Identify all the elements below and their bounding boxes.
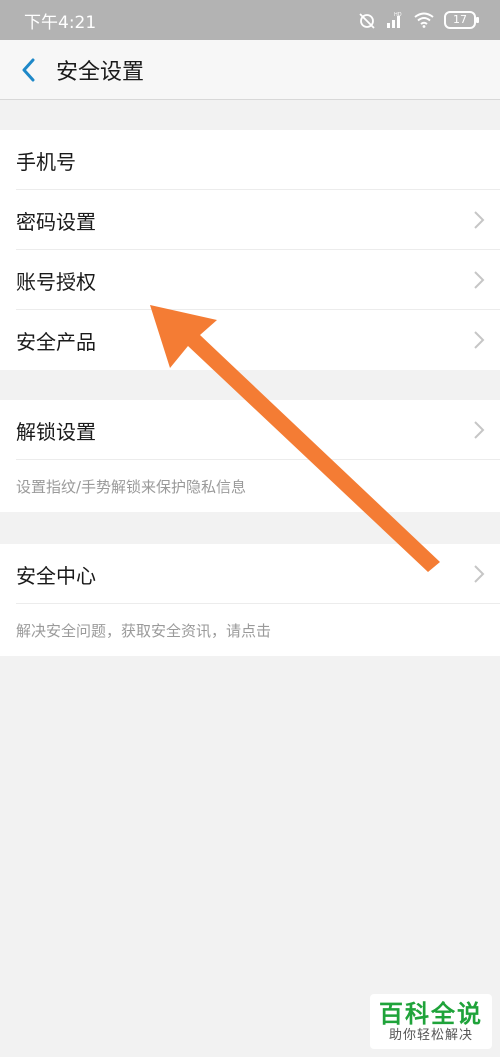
wifi-icon — [414, 12, 434, 28]
row-label: 安全中心 — [16, 563, 96, 588]
security-center-group: 安全中心 解决安全问题，获取安全资讯，请点击 — [0, 544, 500, 656]
unlock-settings-group: 解锁设置 设置指纹/手势解锁来保护隐私信息 — [0, 400, 500, 512]
row-label: 账号授权 — [16, 269, 96, 294]
alarm-off-icon — [358, 11, 376, 29]
row-label: 解锁设置 — [16, 419, 96, 444]
account-authorization-row[interactable]: 账号授权 — [0, 250, 500, 310]
account-settings-group: 手机号 密码设置 账号授权 安全产品 — [0, 130, 500, 370]
watermark-sub-text: 助你轻松解决 — [388, 1027, 473, 1043]
back-icon — [22, 58, 35, 81]
unlock-settings-hint: 设置指纹/手势解锁来保护隐私信息 — [16, 477, 247, 496]
password-settings-row[interactable]: 密码设置 — [0, 190, 500, 250]
back-button[interactable] — [0, 40, 56, 100]
security-center-hint: 解决安全问题，获取安全资讯，请点击 — [16, 621, 272, 640]
status-time: 下午4:21 — [24, 12, 97, 33]
chevron-right-icon — [474, 331, 485, 349]
watermark-main-text: 百科全说 — [379, 999, 483, 1028]
security-center-row[interactable]: 安全中心 — [0, 544, 500, 604]
security-products-row[interactable]: 安全产品 — [0, 310, 500, 370]
row-label: 手机号 — [16, 149, 76, 174]
divider — [16, 459, 500, 460]
watermark-logo: 百科全说 助你轻松解决 — [370, 994, 492, 1049]
battery-icon: 17 — [444, 11, 479, 29]
row-label: 安全产品 — [16, 329, 96, 354]
header: 安全设置 — [0, 40, 500, 100]
row-label: 密码设置 — [16, 209, 96, 234]
page-title: 安全设置 — [56, 59, 145, 85]
status-bar: 下午4:21 HD 17 — [0, 0, 500, 40]
chevron-right-icon — [474, 271, 485, 289]
chevron-right-icon — [474, 565, 485, 583]
signal-icon: HD — [386, 11, 404, 29]
chevron-right-icon — [474, 421, 485, 439]
status-icons: HD 17 — [358, 11, 479, 29]
phone-number-row[interactable]: 手机号 — [0, 130, 500, 190]
divider — [16, 603, 500, 604]
unlock-settings-row[interactable]: 解锁设置 — [0, 400, 500, 460]
svg-text:HD: HD — [394, 12, 402, 18]
chevron-right-icon — [474, 211, 485, 229]
